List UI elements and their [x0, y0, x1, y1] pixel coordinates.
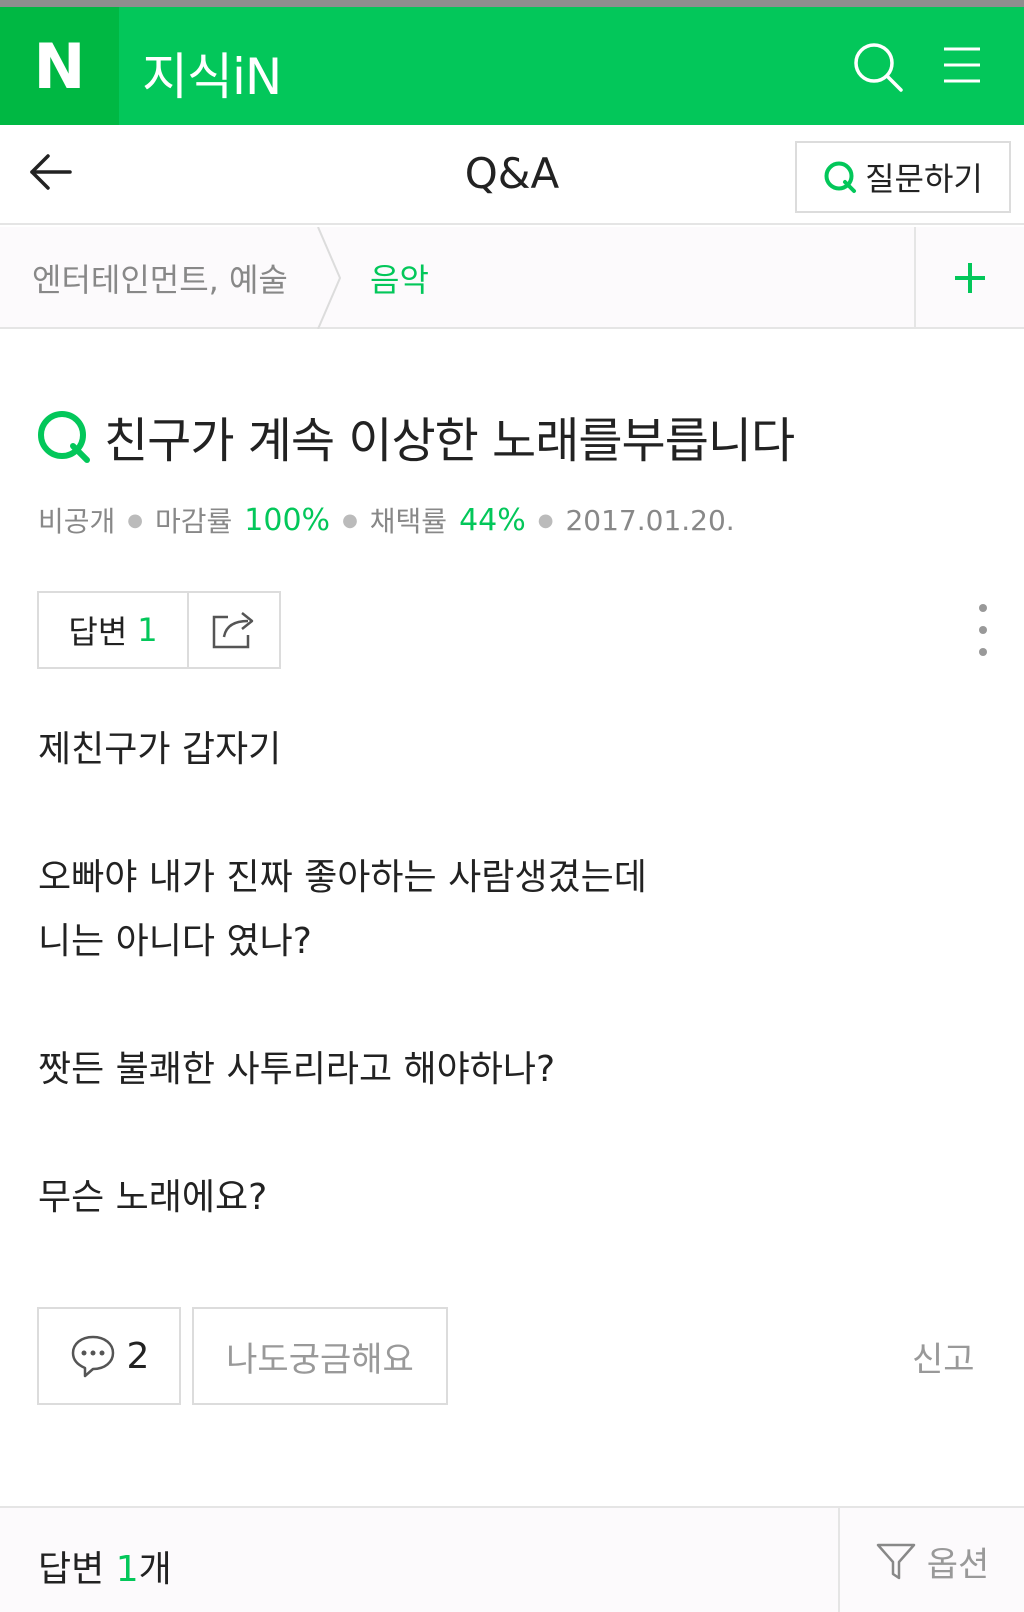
ask-question-label: 질문하기 — [865, 160, 983, 198]
status-strip — [0, 0, 1024, 7]
question-title: 친구가 계속 이상한 노래를부릅니다 — [104, 413, 795, 469]
close-rate-label: 마감률 — [155, 505, 233, 538]
breadcrumb-parent[interactable]: 엔터테인먼트, 예술 — [32, 255, 288, 301]
answers-count: 1 — [115, 1549, 139, 1590]
plus-icon — [955, 263, 985, 293]
q-icon — [824, 161, 857, 193]
answer-button[interactable]: 답변 1 — [39, 593, 189, 667]
answers-label: 답변 — [38, 1549, 105, 1590]
answers-unit: 개 — [138, 1549, 172, 1590]
global-header: N 지식iN — [0, 7, 1024, 125]
comment-count: 2 — [126, 1335, 150, 1377]
more-options-icon[interactable] — [968, 600, 998, 660]
body-line: 오빠야 내가 진짜 좋아하는 사람생겼는데 — [38, 857, 647, 898]
answer-button-label: 답변 — [68, 613, 128, 651]
comment-button[interactable]: 2 — [37, 1307, 181, 1405]
answers-title: 답변 1개 — [38, 1540, 172, 1592]
filter-icon — [876, 1543, 915, 1580]
meta-separator: ● — [537, 509, 554, 531]
body-line: 무슨 노래에요? — [38, 1177, 268, 1218]
breadcrumb-current[interactable]: 음악 — [370, 255, 429, 301]
options-button[interactable]: 옵션 — [838, 1508, 1024, 1612]
body-line: 짯든 불쾌한 사투리라고 해야하나? — [38, 1049, 556, 1090]
breadcrumb: 엔터테인먼트, 예술 음악 — [0, 227, 1024, 329]
options-label: 옵션 — [926, 1544, 990, 1585]
body-line — [38, 974, 978, 1038]
body-line: 니는 아니다 였나? — [38, 921, 312, 962]
answer-share-group: 답변 1 — [37, 591, 281, 669]
logo-letter: N — [33, 29, 86, 103]
question-date: 2017.01.20. — [565, 503, 735, 537]
breadcrumb-separator-icon — [317, 227, 342, 329]
answer-count: 1 — [137, 611, 158, 649]
menu-icon[interactable] — [942, 43, 982, 87]
meta-separator: ● — [127, 509, 143, 531]
adopt-rate-label: 채택률 — [369, 505, 448, 538]
share-button[interactable] — [189, 593, 279, 667]
question-body: 제친구가 갑자기 오빠야 내가 진짜 좋아하는 사람생겼는데 니는 아니다 였나… — [38, 718, 978, 1230]
service-title[interactable]: 지식iN — [142, 37, 282, 109]
search-icon[interactable] — [852, 41, 904, 93]
question-q-icon — [38, 411, 90, 463]
body-line: 제친구가 갑자기 — [38, 729, 282, 770]
me-too-curious-button[interactable]: 나도궁금해요 — [192, 1307, 448, 1405]
body-line — [38, 782, 978, 846]
share-icon — [212, 612, 254, 649]
author-name: 비공개 — [38, 505, 116, 538]
adopt-rate-value: 44% — [459, 502, 526, 538]
report-link[interactable]: 신고 — [912, 1332, 975, 1381]
close-rate-value: 100% — [244, 502, 331, 538]
ask-question-button[interactable]: 질문하기 — [795, 141, 1011, 213]
question-heading: 친구가 계속 이상한 노래를부릅니다 — [36, 404, 795, 469]
meta-separator: ● — [342, 509, 358, 531]
question-meta: 비공개 ● 마감률 100% ● 채택률 44% ● 2017.01.20. — [38, 500, 735, 540]
speech-bubble-icon — [71, 1335, 114, 1378]
qa-toolbar: Q&A 질문하기 — [0, 125, 1024, 225]
add-category-button[interactable] — [914, 227, 1024, 329]
answers-header: 답변 1개 옵션 — [0, 1506, 1024, 1612]
naver-logo[interactable]: N — [0, 7, 119, 125]
body-line — [38, 1102, 978, 1166]
